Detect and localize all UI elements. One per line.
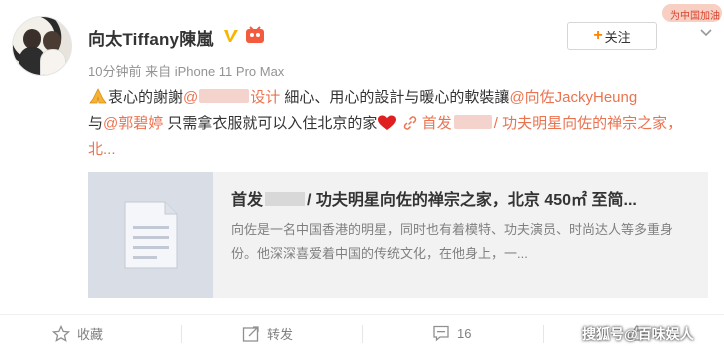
article-thumbnail [88,172,213,298]
divider [543,325,544,343]
member-badge-icon [246,26,264,43]
article-preview-card[interactable]: 首发 / 功夫明星向佐的禅宗之家，北京 450㎡ 至简... 向佐是一名中国香港的… [88,172,708,298]
post-meta: 10分钟前 来自 iPhone 11 Pro Max [88,61,284,80]
verified-v-icon [224,30,238,42]
document-icon [124,201,177,269]
post-text: 衷心的謝謝@ 设计 細心、用心的設計与暖心的軟裝讓@向佐JackyHeung 与@郭… [88,85,708,163]
post-source: 来自 iPhone 11 Pro Max [145,64,285,79]
link-icon [403,116,416,130]
divider [362,325,363,343]
watermark: 搜狐号@百味娱人 [582,326,694,342]
forward-label: 转发 [267,327,294,342]
comment-count: 16 [457,325,472,341]
praying-hands-icon [89,88,107,104]
username-link[interactable]: 向太Tiffany陳嵐 [88,25,214,50]
post-text-part: 細心、用心的設計与暖心的軟裝讓 [280,89,510,106]
favorite-button[interactable]: 收藏 [52,324,103,343]
weibo-post-card: 为中国加油 向太Tiffany陳嵐 10分钟前 来自 iPhone 11 Pro… [0,0,724,353]
share-icon [242,325,259,342]
chevron-down-icon[interactable] [700,29,712,37]
promo-label: 为中国加油 [670,11,720,22]
follow-label: 关注 [604,29,631,45]
plus-icon: + [593,27,603,44]
favorite-label: 收藏 [77,327,104,342]
promo-banner[interactable]: 为中国加油 [662,0,724,24]
star-icon [52,324,70,342]
post-text-part: 与 [88,115,104,132]
post-text-part: 只需拿衣服就可以入住北京的家 [163,115,378,132]
article-title[interactable]: 首发 / 功夫明星向佐的禅宗之家，北京 450㎡ 至简... [231,186,637,210]
red-heart-icon [378,115,397,130]
post-time[interactable]: 10分钟前 [88,64,141,79]
forward-button[interactable]: 转发 [242,324,293,343]
follow-button[interactable]: + 关注 [567,22,657,50]
post-text-part: 衷心的謝謝 [108,89,184,106]
mention-jacky[interactable]: @向佐JackyHeung [509,89,637,106]
avatar[interactable] [12,16,72,76]
article-description: 向佐是一名中国香港的明星，同时也有着模特、功夫演员、时尚达人等多重身份。他深深喜… [231,222,674,261]
comment-button[interactable]: 16 [432,324,471,342]
mention-guobiting[interactable]: @郭碧婷 [103,115,163,132]
divider [181,325,182,343]
mention-designer[interactable]: @ 设计 [183,89,280,106]
comment-icon [433,325,449,342]
